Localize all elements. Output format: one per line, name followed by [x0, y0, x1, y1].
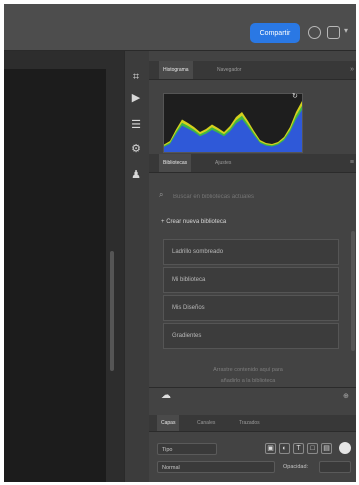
library-search-input[interactable]	[171, 189, 335, 205]
layer-kind-filter[interactable]: Tipo	[157, 443, 217, 455]
panel-menu-icon[interactable]: ≡	[350, 154, 354, 172]
type-filter-icon[interactable]: T	[293, 443, 304, 454]
tab-libraries[interactable]: Bibliotecas	[159, 154, 192, 172]
options-bar: Compartir ▾	[4, 4, 356, 51]
cursor-frame-icon[interactable]: ⌗	[130, 71, 142, 83]
collapse-icon[interactable]: »	[350, 61, 354, 79]
library-list: Ladrillo sombreado Mi biblioteca Mis Dis…	[163, 239, 339, 351]
layer-kind-label: Tipo	[162, 447, 173, 453]
histogram-blue-channel	[164, 109, 302, 152]
libraries-footer: ☁ ⊕	[149, 387, 356, 406]
person-icon[interactable]: ♟	[130, 169, 142, 181]
refresh-icon[interactable]: ↻	[292, 92, 298, 100]
adjustment-filter-icon[interactable]: ◐	[279, 443, 290, 454]
right-panel-dock: Histograma Navegador » ↻ Bibliotecas Aju…	[149, 51, 356, 482]
search-icon: ⌕	[159, 190, 164, 199]
canvas-scrollbar[interactable]	[110, 251, 114, 371]
blend-mode-select[interactable]: Normal	[157, 461, 275, 473]
photoshop-window: Compartir ▾ ⌗ ▶ ☰ ⚙ ♟ Histograma Navegad…	[4, 4, 356, 482]
brush-icon[interactable]: ⚙	[130, 143, 142, 155]
drag-hint-line: añadirlo a la biblioteca	[220, 378, 276, 384]
tab-channels[interactable]: Canales	[193, 415, 219, 431]
canvas-area	[4, 51, 130, 482]
opacity-input[interactable]	[319, 461, 351, 473]
layer-blend-row: Normal Opacidad:	[157, 461, 352, 475]
histogram-tab-row: Histograma Navegador »	[149, 61, 356, 80]
shape-filter-icon[interactable]: □	[307, 443, 318, 454]
library-item[interactable]: Gradientes	[163, 323, 339, 349]
panel-icon-strip: ⌗ ▶ ☰ ⚙ ♟	[124, 51, 150, 482]
tab-layers[interactable]: Capas	[157, 415, 180, 431]
chevron-down-icon[interactable]: ▾	[344, 26, 348, 35]
drag-hint: Arrastre contenido aquí para añadirlo a …	[173, 365, 323, 387]
create-library-link[interactable]: + Crear nueva biblioteca	[161, 219, 226, 225]
share-button[interactable]: Compartir	[250, 23, 300, 43]
image-filter-icon[interactable]: ▣	[265, 443, 276, 454]
library-item[interactable]: Mis Diseños	[163, 295, 339, 321]
cloud-icon[interactable]: ☁	[161, 390, 171, 401]
smart-filter-icon[interactable]: ▤	[321, 443, 332, 454]
tab-navigator[interactable]: Navegador	[213, 61, 245, 79]
workspace-icon[interactable]	[327, 26, 340, 39]
libraries-tab-row: Bibliotecas Ajustes ≡	[149, 154, 356, 173]
tab-histogram[interactable]: Histograma	[159, 61, 193, 79]
drag-hint-line: Arrastre contenido aquí para	[213, 367, 283, 373]
library-item[interactable]: Mi biblioteca	[163, 267, 339, 293]
library-search: ⌕	[159, 189, 339, 205]
tab-paths[interactable]: Trazados	[235, 415, 264, 431]
search-icon[interactable]	[308, 26, 321, 39]
library-item[interactable]: Ladrillo sombreado	[163, 239, 339, 265]
layers-tab-row: Capas Canales Trazados	[149, 415, 356, 432]
tab-adjustments[interactable]: Ajustes	[211, 154, 235, 172]
libraries-scrollbar[interactable]	[351, 231, 355, 351]
filter-toggle-icon[interactable]	[339, 442, 351, 454]
histogram-graph	[164, 101, 302, 152]
plus-icon: +	[161, 219, 165, 225]
create-library-label: Crear nueva biblioteca	[166, 219, 227, 225]
opacity-label: Opacidad:	[283, 464, 309, 470]
layer-filter-row: Tipo ▣ ◐ T □ ▤	[157, 442, 352, 457]
document-canvas[interactable]	[4, 69, 106, 482]
add-content-icon[interactable]: ⊕	[343, 392, 349, 400]
histogram-chart	[163, 93, 303, 153]
blend-mode-value: Normal	[162, 465, 180, 471]
adjust-icon[interactable]: ☰	[130, 119, 142, 131]
play-icon[interactable]: ▶	[130, 92, 142, 104]
